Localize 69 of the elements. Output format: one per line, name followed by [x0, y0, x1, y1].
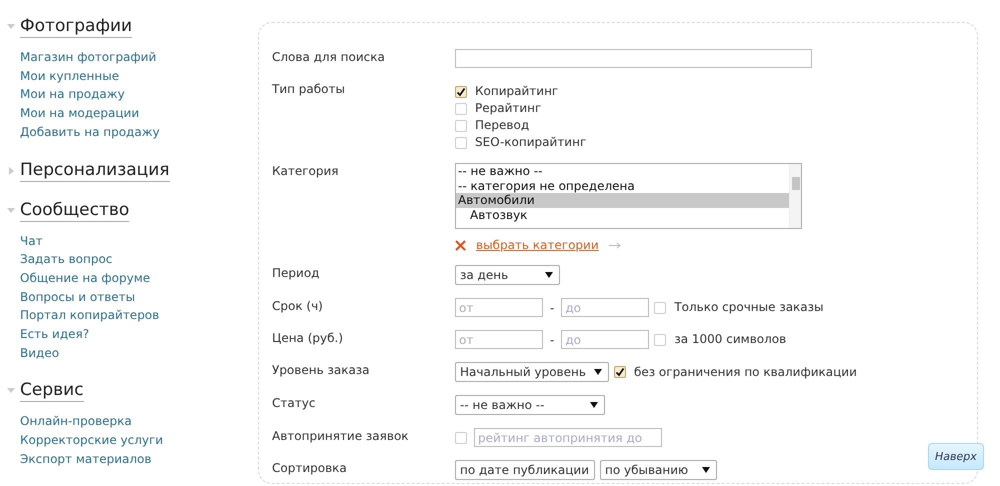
sidebar-link[interactable]: Экспорт материалов: [20, 450, 250, 469]
category-listbox[interactable]: -- не важно -- -- категория не определена Автомобили Автозвук: [455, 163, 802, 229]
sidebar-link[interactable]: Мои на модерации: [20, 104, 250, 123]
checkbox-label[interactable]: Рерайтинг: [475, 101, 542, 116]
clear-icon[interactable]: [455, 240, 466, 250]
field-label: Уровень заказа: [272, 362, 371, 378]
scrollbar[interactable]: [789, 164, 801, 228]
field-label: Период: [272, 265, 320, 281]
triangle-right-icon[interactable]: [7, 166, 15, 175]
checkbox-label[interactable]: без ограничения по квалификации: [634, 364, 857, 380]
checkbox-label[interactable]: SEO-копирайтинг: [475, 135, 586, 150]
section-heading[interactable]: Сообщество: [20, 200, 130, 222]
back-to-top-button[interactable]: Наверх: [928, 443, 984, 470]
field-label: Категория: [272, 163, 340, 179]
sidebar-link[interactable]: Чат: [20, 232, 250, 250]
field-label: Цена (руб.): [272, 330, 344, 346]
triangle-down-icon[interactable]: [7, 206, 15, 215]
sidebar-link[interactable]: Магазин фотографий: [20, 48, 250, 67]
sidebar-link[interactable]: Мои купленные: [20, 66, 250, 86]
section-heading[interactable]: Фотографии: [20, 16, 132, 38]
field-label: Статус: [272, 395, 316, 411]
checkbox[interactable]: [455, 86, 467, 98]
field-label: Тип работы: [272, 81, 346, 97]
rating-field[interactable]: рейтинг автопринятия до: [474, 428, 662, 447]
sidebar-link[interactable]: Общение на форуме: [20, 268, 250, 288]
checkbox-label[interactable]: Перевод: [475, 118, 530, 133]
dropdown[interactable]: за день: [455, 265, 560, 285]
sidebar-link[interactable]: Задать вопрос: [20, 250, 250, 269]
to-field[interactable]: до: [561, 298, 650, 317]
from-field[interactable]: от: [455, 298, 543, 317]
list-option[interactable]: -- категория не определена: [456, 178, 789, 194]
sidebar-link[interactable]: Есть идея?: [20, 325, 250, 344]
sidebar-link[interactable]: Онлайн-проверка: [20, 412, 250, 432]
dropdown[interactable]: по убыванию: [600, 460, 717, 480]
list-option[interactable]: -- не важно --: [456, 164, 789, 179]
field-label: Срок (ч): [272, 298, 324, 314]
caret-icon: [702, 467, 710, 473]
dropdown[interactable]: Начальный уровень: [455, 362, 609, 382]
search-field[interactable]: [455, 49, 812, 68]
sidebar-link[interactable]: Видео: [20, 344, 250, 362]
sidebar-link[interactable]: Корректорские услуги: [20, 431, 250, 450]
checkbox-label[interactable]: Только срочные заказы: [674, 300, 824, 315]
sidebar-link[interactable]: Вопросы и ответы: [20, 288, 250, 306]
sidebar-link[interactable]: Мои на продажу: [20, 85, 250, 104]
field-label: Слова для поиска: [272, 49, 386, 65]
checkbox-label[interactable]: за 1000 символов: [674, 332, 786, 347]
triangle-down-icon[interactable]: [7, 23, 15, 31]
list-option[interactable]: Автомобили: [456, 193, 789, 208]
checkbox-label[interactable]: Копирайтинг: [475, 84, 558, 99]
dropdown[interactable]: по дате публикации: [455, 460, 595, 480]
range-separator: -: [550, 332, 554, 346]
field-label: Автопринятие заявок: [272, 428, 410, 444]
caret-icon: [594, 369, 602, 375]
section-heading[interactable]: Персонализация: [20, 160, 170, 182]
field-label: Сортировка: [272, 460, 348, 476]
to-field[interactable]: до: [561, 330, 650, 349]
triangle-down-icon[interactable]: [7, 387, 15, 396]
caret-icon: [590, 402, 598, 408]
section-heading[interactable]: Сервис: [20, 380, 84, 402]
arrow-right-icon: [608, 242, 621, 248]
sidebar-link[interactable]: Добавить на продажу: [20, 122, 250, 142]
sidebar-link[interactable]: Портал копирайтеров: [20, 306, 250, 326]
caret-icon: [545, 272, 553, 278]
dropdown[interactable]: -- не важно --: [455, 395, 605, 415]
from-field[interactable]: от: [455, 330, 543, 349]
list-option[interactable]: Автозвук: [456, 208, 789, 222]
choose-categories-link[interactable]: выбрать категории: [476, 238, 599, 252]
checkbox[interactable]: [614, 366, 626, 378]
range-separator: -: [550, 300, 554, 314]
